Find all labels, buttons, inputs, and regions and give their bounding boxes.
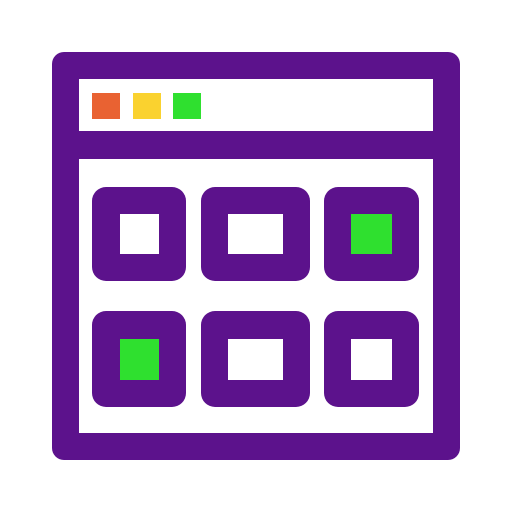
tile-4-inner [120, 339, 159, 380]
tile-5-inner [228, 339, 283, 380]
tile-6 [324, 311, 419, 407]
tile-1-inner [120, 214, 159, 254]
tile-1 [92, 187, 186, 281]
browser-window-grid-icon [52, 52, 460, 460]
tile-2 [201, 187, 310, 281]
tile-3-inner [351, 214, 392, 254]
tile-6-inner [351, 339, 392, 380]
yellow-dot [133, 93, 161, 119]
tile-5 [201, 311, 310, 407]
tile-3 [324, 187, 419, 281]
titlebar-inner [79, 79, 433, 131]
green-dot [173, 93, 201, 119]
tile-4 [92, 311, 186, 407]
titlebar-dots [92, 93, 201, 119]
tile-2-inner [228, 214, 283, 254]
icon-canvas [0, 0, 512, 512]
red-dot [92, 93, 120, 119]
